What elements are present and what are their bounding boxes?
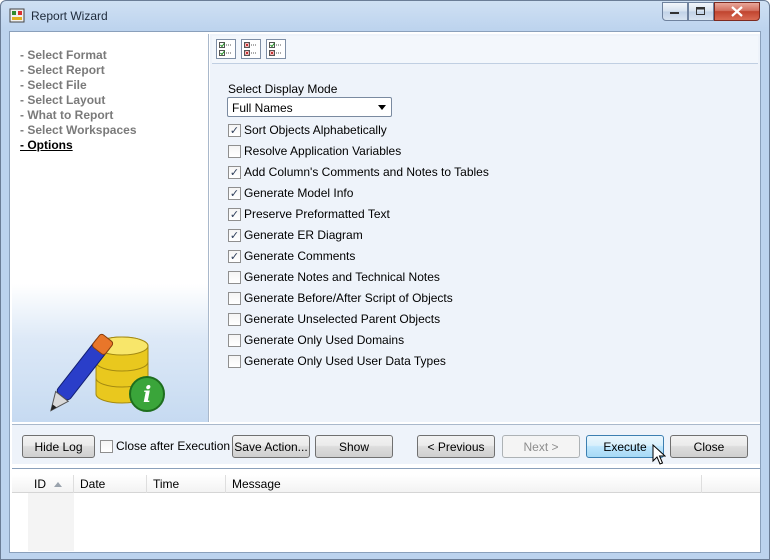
- app-icon: [9, 8, 25, 23]
- option-preformatted-text[interactable]: Preserve Preformatted Text: [228, 206, 390, 222]
- step-select-format: - Select Format: [20, 48, 107, 62]
- minimize-icon: [670, 11, 679, 14]
- wizard-button-bar: Hide Log Close after Execution Save Acti…: [12, 424, 760, 464]
- invert-check-icon: [269, 42, 282, 56]
- window-title: Report Wizard: [31, 9, 108, 23]
- step-select-file: - Select File: [20, 78, 87, 92]
- display-mode-select[interactable]: Full Names: [227, 97, 392, 117]
- option-resolve-variables[interactable]: Resolve Application Variables: [228, 143, 401, 159]
- option-checkbox[interactable]: [228, 228, 241, 242]
- wizard-client-area: - Select Format - Select Report - Select…: [9, 31, 761, 553]
- hide-log-button[interactable]: Hide Log: [22, 435, 95, 458]
- option-label: Generate ER Diagram: [244, 228, 363, 242]
- option-model-info[interactable]: Generate Model Info: [228, 185, 353, 201]
- title-bar[interactable]: Report Wizard: [1, 1, 769, 31]
- log-col-message[interactable]: Message: [226, 475, 702, 493]
- uncheck-all-icon: [244, 42, 257, 56]
- report-illustration-icon: i: [50, 333, 165, 412]
- log-panel: ID Date Time Message: [12, 468, 760, 552]
- step-what-to-report: - What to Report: [20, 108, 114, 122]
- log-table-header: ID Date Time Message: [12, 475, 760, 493]
- option-checkbox[interactable]: [228, 333, 241, 347]
- option-checkbox[interactable]: [228, 312, 241, 326]
- save-action-button[interactable]: Save Action...: [232, 435, 310, 458]
- option-checkbox[interactable]: [228, 354, 241, 368]
- option-used-domains[interactable]: Generate Only Used Domains: [228, 332, 404, 348]
- option-label: Preserve Preformatted Text: [244, 207, 390, 221]
- col-label: ID: [34, 477, 46, 491]
- option-sort-objects[interactable]: Sort Objects Alphabetically: [228, 122, 387, 138]
- uncheck-all-button[interactable]: [241, 39, 261, 59]
- option-before-after-script[interactable]: Generate Before/After Script of Objects: [228, 290, 453, 306]
- svg-text:i: i: [143, 382, 151, 408]
- option-label: Generate Only Used Domains: [244, 333, 405, 347]
- invert-check-button[interactable]: [266, 39, 286, 59]
- step-select-layout: - Select Layout: [20, 93, 106, 107]
- option-label: Generate Comments: [244, 249, 356, 263]
- log-col-time[interactable]: Time: [147, 475, 226, 493]
- option-label: Generate Notes and Technical Notes: [244, 270, 440, 284]
- close-icon: [731, 6, 743, 17]
- previous-button[interactable]: < Previous: [417, 435, 495, 458]
- show-button[interactable]: Show: [315, 435, 393, 458]
- report-wizard-window: Report Wizard - Select Format - Select R…: [0, 0, 770, 560]
- option-er-diagram[interactable]: Generate ER Diagram: [228, 227, 363, 243]
- option-unselected-parents[interactable]: Generate Unselected Parent Objects: [228, 311, 440, 327]
- check-all-icon: [219, 42, 232, 56]
- step-select-report: - Select Report: [20, 63, 105, 77]
- option-label: Generate Before/After Script of Objects: [244, 291, 453, 305]
- col-label: Message: [232, 477, 281, 491]
- log-col-id[interactable]: ID: [28, 475, 74, 493]
- option-used-data-types[interactable]: Generate Only Used User Data Types: [228, 353, 446, 369]
- maximize-button[interactable]: [688, 2, 714, 21]
- col-label: Date: [80, 477, 106, 491]
- option-checkbox[interactable]: [228, 207, 241, 221]
- option-label: Generate Unselected Parent Objects: [244, 312, 441, 326]
- option-label: Resolve Application Variables: [244, 144, 402, 158]
- option-checkbox[interactable]: [228, 186, 241, 200]
- option-column-comments[interactable]: Add Column's Comments and Notes to Table…: [228, 164, 489, 180]
- display-mode-value: Full Names: [232, 101, 293, 115]
- next-button[interactable]: Next >: [502, 435, 580, 458]
- option-label: Generate Only Used User Data Types: [244, 354, 446, 368]
- wizard-steps-panel: - Select Format - Select Report - Select…: [12, 34, 209, 422]
- chevron-down-icon: [378, 105, 386, 110]
- log-id-column-shade: [28, 493, 74, 551]
- options-toolbar: [212, 36, 758, 64]
- option-label: Add Column's Comments and Notes to Table…: [244, 165, 489, 179]
- maximize-icon: [696, 7, 705, 15]
- options-panel: Select Display Mode Full Names Sort Obje…: [210, 34, 760, 422]
- close-after-execution-label: Close after Execution: [116, 439, 231, 453]
- check-all-button[interactable]: [216, 39, 236, 59]
- close-button[interactable]: Close: [670, 435, 748, 458]
- col-label: Time: [153, 477, 180, 491]
- option-checkbox[interactable]: [228, 249, 241, 263]
- display-mode-label: Select Display Mode: [228, 82, 338, 96]
- option-notes[interactable]: Generate Notes and Technical Notes: [228, 269, 440, 285]
- option-comments[interactable]: Generate Comments: [228, 248, 355, 264]
- close-after-execution-checkbox[interactable]: [100, 439, 113, 453]
- option-checkbox[interactable]: [228, 270, 241, 284]
- mouse-cursor-icon: [652, 444, 666, 465]
- option-label: Generate Model Info: [244, 186, 354, 200]
- option-label: Sort Objects Alphabetically: [244, 123, 387, 137]
- sort-ascending-icon: [54, 482, 62, 487]
- option-checkbox[interactable]: [228, 123, 241, 137]
- wizard-illustration: i: [12, 284, 208, 422]
- steps-list: - Select Format - Select Report - Select…: [20, 48, 137, 153]
- log-col-date[interactable]: Date: [74, 475, 147, 493]
- window-close-button[interactable]: [714, 2, 760, 21]
- minimize-button[interactable]: [662, 2, 688, 21]
- option-checkbox[interactable]: [228, 144, 241, 158]
- option-checkbox[interactable]: [228, 291, 241, 305]
- close-after-execution-option[interactable]: Close after Execution: [100, 439, 230, 453]
- option-checkbox[interactable]: [228, 165, 241, 179]
- step-select-workspaces: - Select Workspaces: [20, 123, 137, 137]
- step-options: - Options: [20, 138, 73, 152]
